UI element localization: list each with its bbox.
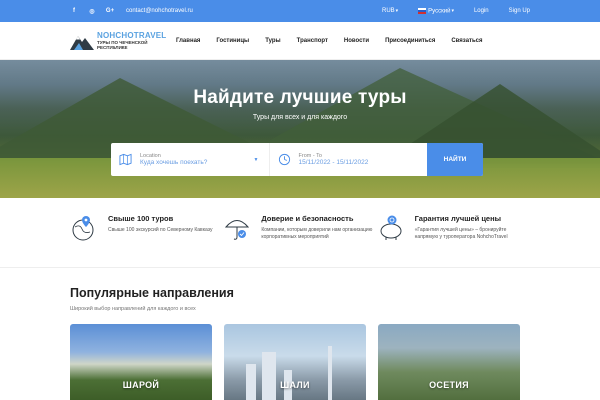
dates-value: 15/11/2022 - 15/11/2022 (298, 159, 369, 166)
features-section: Свыше 100 туров Свыше 100 экскурсий по С… (0, 198, 600, 268)
nav-transport[interactable]: Транспорт (297, 38, 328, 44)
destinations-subtitle: Широкий выбор направлений для каждого и … (70, 306, 196, 312)
signup-link[interactable]: Sign Up (509, 8, 530, 14)
brand-name: NOHCHOTRAVEL (97, 31, 167, 40)
hero-title: Найдите лучшие туры (193, 87, 407, 108)
feature-description: Свыше 100 экскурсий по Северному Кавказу (108, 227, 213, 233)
destinations-section: Популярные направления Широкий выбор нап… (0, 286, 600, 400)
feature-title: Гарантия лучшей цены (414, 214, 502, 223)
feature-description: «Гарантия лучшей цены» – бронируйте напр… (414, 227, 508, 240)
chevron-down-icon: ▾ (451, 8, 454, 15)
map-icon (119, 153, 132, 166)
currency-label: RUB (381, 7, 395, 14)
site-logo[interactable]: NOHCHOTRAVEL ТУРЫ ПО ЧЕЧЕНСКОЙ РЕСПУБЛИК… (70, 31, 168, 51)
caret-down-icon: ▼ (253, 156, 259, 163)
contact-email-link[interactable]: contact@nohchotravel.ru (126, 8, 193, 14)
clock-icon (278, 153, 290, 166)
nav-hotels[interactable]: Гостиницы (216, 38, 249, 44)
city-building (262, 352, 276, 400)
nav-contact[interactable]: Связаться (451, 38, 482, 44)
location-field[interactable]: Location Куда хочешь поехать? ▼ (111, 143, 270, 176)
globe-pin-icon (72, 216, 94, 241)
feature-item: Доверие и безопасность Компании, которым… (223, 214, 376, 242)
destination-name: ШАРОЙ (122, 380, 160, 390)
destination-name: ШАЛИ (280, 380, 310, 390)
feature-title: Свыше 100 туров (108, 214, 174, 223)
google-plus-icon[interactable]: G+ (106, 7, 114, 15)
top-bar: f ◎ G+ contact@nohchotravel.ru RUB▾ Русс… (0, 0, 600, 22)
nav-news[interactable]: Новости (344, 38, 369, 44)
destination-card[interactable]: ОСЕТИЯ (378, 324, 520, 400)
piggy-bank-icon (380, 215, 402, 240)
date-range-field[interactable]: From - To 15/11/2022 - 15/11/2022 (270, 143, 428, 176)
destination-card[interactable]: ШАРОЙ (70, 324, 212, 400)
social-links: f ◎ G+ (70, 7, 114, 15)
nav-home[interactable]: Главная (176, 38, 200, 44)
search-button[interactable]: НАЙТИ (427, 143, 483, 176)
brand-subtitle-line2: РЕСПУБЛИКЕ (97, 45, 128, 50)
feature-item: Свыше 100 туров Свыше 100 экскурсий по С… (70, 214, 223, 242)
destination-name: ОСЕТИЯ (429, 380, 469, 390)
feature-item: Гарантия лучшей цены «Гарантия лучшей це… (377, 214, 530, 242)
search-form: Location Куда хочешь поехать? ▼ From - T… (111, 143, 483, 176)
location-value: Куда хочешь поехать? (140, 159, 208, 166)
feature-title: Доверие и безопасность (261, 214, 354, 223)
destinations-title: Популярные направления (70, 286, 234, 300)
destination-card[interactable]: ШАЛИ (224, 324, 366, 400)
main-header: NOHCHOTRAVEL ТУРЫ ПО ЧЕЧЕНСКОЙ РЕСПУБЛИК… (0, 22, 600, 60)
mountain-logo-icon (70, 35, 94, 50)
chevron-down-icon: ▾ (395, 7, 399, 14)
language-selector[interactable]: Русский▾ (418, 7, 454, 15)
destination-cards: ШАРОЙ ШАЛИ ОСЕТИЯ (70, 324, 530, 400)
minaret (328, 346, 332, 400)
feature-description: Компании, которым доверили нам организац… (261, 227, 373, 240)
nav-join[interactable]: Присоединиться (385, 38, 435, 44)
main-nav: Главная Гостиницы Туры Транспорт Новости… (176, 38, 483, 44)
facebook-icon[interactable]: f (70, 7, 78, 15)
umbrella-icon (225, 220, 250, 240)
login-link[interactable]: Login (474, 8, 489, 14)
instagram-icon[interactable]: ◎ (88, 7, 96, 15)
hero-tagline: Туры для всех и для каждого (252, 114, 348, 121)
top-bar-right: RUB▾ Русский▾ Login Sign Up (382, 7, 530, 15)
language-label: Русский (428, 8, 451, 15)
nav-tours[interactable]: Туры (265, 38, 280, 44)
hero-section: Найдите лучшие туры Туры для всех и для … (0, 60, 600, 198)
currency-selector[interactable]: RUB▾ (382, 8, 398, 14)
russian-flag-icon (418, 7, 427, 14)
